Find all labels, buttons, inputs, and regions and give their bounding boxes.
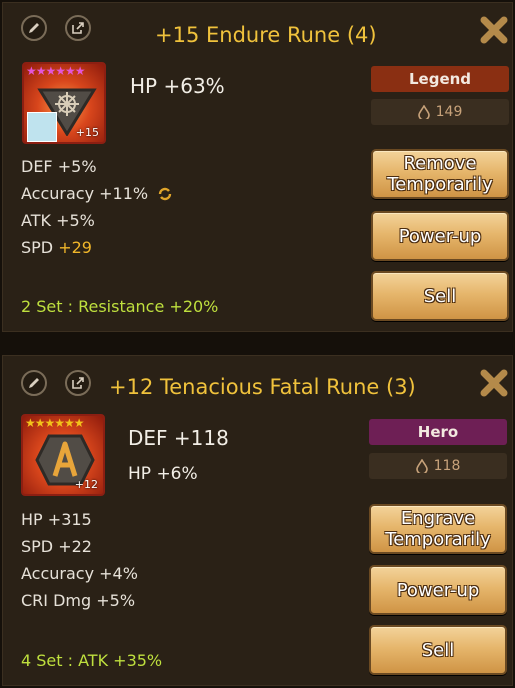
rune-title: +12 Tenacious Fatal Rune (3) bbox=[109, 375, 416, 399]
power-up-button[interactable]: Power-up bbox=[369, 565, 507, 615]
rune-panel-endure: +15 Endure Rune (4) ★★★★★★ +15 HP +63% L… bbox=[2, 2, 513, 332]
substat-row: Accuracy +11% bbox=[21, 184, 173, 203]
substat-row: CRI Dmg +5% bbox=[21, 591, 136, 610]
rune-image: ★★★★★★ +12 bbox=[21, 414, 105, 496]
engrave-temporarily-button[interactable]: Engrave Temporarily bbox=[369, 504, 507, 554]
set-bonus: 4 Set : ATK +35% bbox=[21, 651, 163, 670]
star-rating: ★★★★★★ bbox=[26, 64, 86, 78]
rune-level: +15 bbox=[75, 126, 99, 139]
innate-stat: HP +6% bbox=[128, 464, 198, 484]
reroll-icon bbox=[159, 187, 172, 201]
grade-badge: Legend bbox=[371, 66, 509, 92]
close-icon[interactable] bbox=[479, 368, 509, 398]
price-value: 149 bbox=[435, 104, 463, 120]
sell-button[interactable]: Sell bbox=[371, 271, 509, 321]
monster-avatar bbox=[27, 112, 57, 142]
close-icon[interactable] bbox=[479, 15, 509, 45]
substat-row: Accuracy +4% bbox=[21, 564, 138, 583]
set-bonus: 2 Set : Resistance +20% bbox=[21, 297, 219, 316]
rune-title: +15 Endure Rune (4) bbox=[155, 23, 377, 47]
substat-row: SPD +29 bbox=[21, 238, 92, 257]
mana-drop-icon bbox=[415, 458, 428, 475]
main-stat: DEF +118 bbox=[128, 426, 229, 450]
remove-temporarily-button[interactable]: Remove Temporarily bbox=[371, 149, 509, 199]
rune-image: ★★★★★★ +15 bbox=[22, 62, 106, 144]
grade-badge: Hero bbox=[369, 419, 507, 445]
power-up-button[interactable]: Power-up bbox=[371, 211, 509, 261]
mana-drop-icon bbox=[417, 104, 430, 121]
rune-level: +12 bbox=[74, 478, 98, 491]
sell-button[interactable]: Sell bbox=[369, 625, 507, 675]
price-value: 118 bbox=[433, 458, 461, 474]
sell-price: 149 bbox=[371, 99, 509, 125]
pencil-icon[interactable] bbox=[21, 15, 47, 41]
share-icon[interactable] bbox=[65, 370, 91, 396]
substat-row: ATK +5% bbox=[21, 211, 95, 230]
substat-row: SPD +22 bbox=[21, 537, 92, 556]
substat-row: DEF +5% bbox=[21, 157, 97, 176]
share-icon[interactable] bbox=[65, 15, 91, 41]
pencil-icon[interactable] bbox=[21, 370, 47, 396]
sell-price: 118 bbox=[369, 453, 507, 479]
star-rating: ★★★★★★ bbox=[25, 416, 85, 430]
substat-row: HP +315 bbox=[21, 510, 92, 529]
main-stat: HP +63% bbox=[130, 74, 225, 98]
rune-panel-fatal: +12 Tenacious Fatal Rune (3) ★★★★★★ +12 … bbox=[2, 355, 513, 686]
